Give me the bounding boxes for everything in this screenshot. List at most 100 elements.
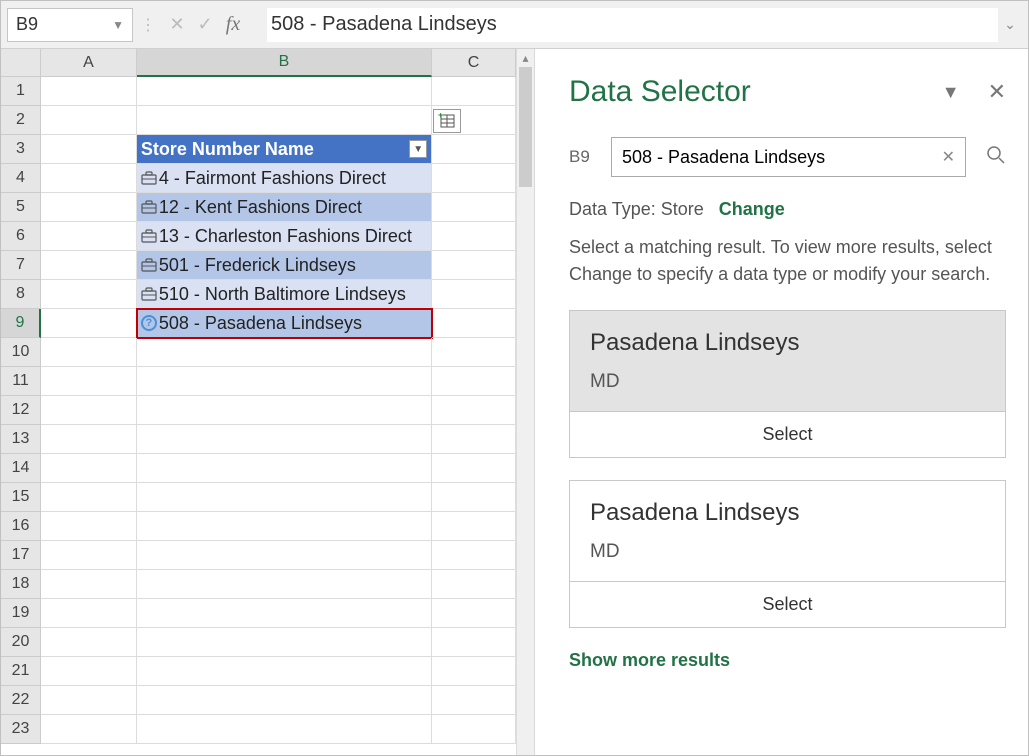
scroll-up-icon[interactable]: ▴ <box>517 49 534 67</box>
cell[interactable] <box>432 222 516 251</box>
cell[interactable] <box>432 599 516 628</box>
row-header[interactable]: 19 <box>1 599 41 628</box>
cell[interactable]: 501 - Frederick Lindseys <box>137 251 432 280</box>
vertical-scrollbar[interactable]: ▴ <box>516 49 534 755</box>
cell[interactable] <box>432 367 516 396</box>
filter-dropdown-icon[interactable]: ▼ <box>409 140 427 158</box>
cell[interactable] <box>41 135 137 164</box>
row-header[interactable]: 3 <box>1 135 41 164</box>
row-header[interactable]: 22 <box>1 686 41 715</box>
column-header-b[interactable]: B <box>137 49 432 77</box>
select-result-button[interactable]: Select <box>570 581 1005 627</box>
cell[interactable] <box>41 338 137 367</box>
cell[interactable]: 12 - Kent Fashions Direct <box>137 193 432 222</box>
cell[interactable] <box>137 396 432 425</box>
cell[interactable] <box>41 367 137 396</box>
cell[interactable] <box>137 512 432 541</box>
cell[interactable] <box>41 396 137 425</box>
cell[interactable] <box>137 454 432 483</box>
cell[interactable] <box>432 193 516 222</box>
row-header[interactable]: 9 <box>1 309 41 338</box>
cell[interactable] <box>41 280 137 309</box>
formula-input[interactable]: 508 - Pasadena Lindseys <box>267 8 998 42</box>
row-header[interactable]: 16 <box>1 512 41 541</box>
row-header[interactable]: 13 <box>1 425 41 454</box>
cell[interactable] <box>137 541 432 570</box>
cell[interactable] <box>41 541 137 570</box>
select-result-button[interactable]: Select <box>570 411 1005 457</box>
cell[interactable] <box>41 686 137 715</box>
row-header[interactable]: 1 <box>1 77 41 106</box>
cancel-formula-button[interactable]: ✕ <box>163 11 191 39</box>
close-pane-icon[interactable]: ✕ <box>988 79 1006 105</box>
cell[interactable] <box>137 686 432 715</box>
cell[interactable] <box>41 599 137 628</box>
cell[interactable] <box>432 628 516 657</box>
expand-formula-bar-icon[interactable]: ⌄ <box>998 16 1022 33</box>
cell[interactable] <box>137 599 432 628</box>
cell[interactable] <box>137 77 432 106</box>
name-box-dropdown-icon[interactable]: ▼ <box>112 18 124 32</box>
cell[interactable] <box>41 309 137 338</box>
cell[interactable] <box>137 338 432 367</box>
cell[interactable] <box>432 483 516 512</box>
cell[interactable] <box>137 425 432 454</box>
row-header[interactable]: 11 <box>1 367 41 396</box>
cell[interactable] <box>432 251 516 280</box>
cell[interactable] <box>432 280 516 309</box>
cell[interactable] <box>41 483 137 512</box>
insert-data-icon[interactable]: + <box>433 109 461 133</box>
cell[interactable] <box>432 715 516 744</box>
grid-body[interactable]: Store Number Name▼4 - Fairmont Fashions … <box>41 77 516 744</box>
cell[interactable] <box>41 251 137 280</box>
cell[interactable] <box>137 715 432 744</box>
row-header[interactable]: 8 <box>1 280 41 309</box>
change-data-type-link[interactable]: Change <box>719 199 785 219</box>
cell[interactable] <box>137 106 432 135</box>
accept-formula-button[interactable]: ✓ <box>191 11 219 39</box>
cell[interactable] <box>41 628 137 657</box>
row-header[interactable]: 2 <box>1 106 41 135</box>
cell[interactable] <box>432 686 516 715</box>
row-header[interactable]: 15 <box>1 483 41 512</box>
cell[interactable] <box>41 454 137 483</box>
row-header[interactable]: 20 <box>1 628 41 657</box>
result-card[interactable]: Pasadena LindseysMDSelect <box>569 310 1006 458</box>
pane-menu-icon[interactable]: ▼ <box>942 82 960 103</box>
cell[interactable] <box>432 164 516 193</box>
cell[interactable] <box>432 135 516 164</box>
show-more-results-link[interactable]: Show more results <box>569 650 1006 671</box>
row-header[interactable]: 14 <box>1 454 41 483</box>
cell[interactable] <box>41 512 137 541</box>
cell[interactable] <box>432 570 516 599</box>
cell[interactable] <box>41 106 137 135</box>
cell[interactable] <box>432 657 516 686</box>
cell[interactable] <box>41 164 137 193</box>
row-header[interactable]: 18 <box>1 570 41 599</box>
cell[interactable]: 4 - Fairmont Fashions Direct <box>137 164 432 193</box>
cell[interactable] <box>432 338 516 367</box>
cell[interactable]: Store Number Name▼ <box>137 135 432 164</box>
row-header[interactable]: 12 <box>1 396 41 425</box>
row-header[interactable]: 6 <box>1 222 41 251</box>
scroll-thumb[interactable] <box>519 67 532 187</box>
cell[interactable] <box>41 425 137 454</box>
cell[interactable] <box>432 309 516 338</box>
cell[interactable] <box>432 425 516 454</box>
row-header[interactable]: 23 <box>1 715 41 744</box>
row-header[interactable]: 7 <box>1 251 41 280</box>
cell[interactable] <box>432 541 516 570</box>
cell[interactable] <box>41 715 137 744</box>
row-header[interactable]: 17 <box>1 541 41 570</box>
fx-button[interactable]: fx <box>219 11 247 39</box>
cell[interactable] <box>137 367 432 396</box>
row-header[interactable]: 10 <box>1 338 41 367</box>
row-header[interactable]: 4 <box>1 164 41 193</box>
cell[interactable]: 510 - North Baltimore Lindseys <box>137 280 432 309</box>
column-header-c[interactable]: C <box>432 49 516 77</box>
cell[interactable] <box>41 77 137 106</box>
cell[interactable] <box>432 454 516 483</box>
clear-search-icon[interactable]: ✕ <box>942 147 955 167</box>
cell[interactable] <box>137 628 432 657</box>
select-all-corner[interactable] <box>1 49 41 77</box>
